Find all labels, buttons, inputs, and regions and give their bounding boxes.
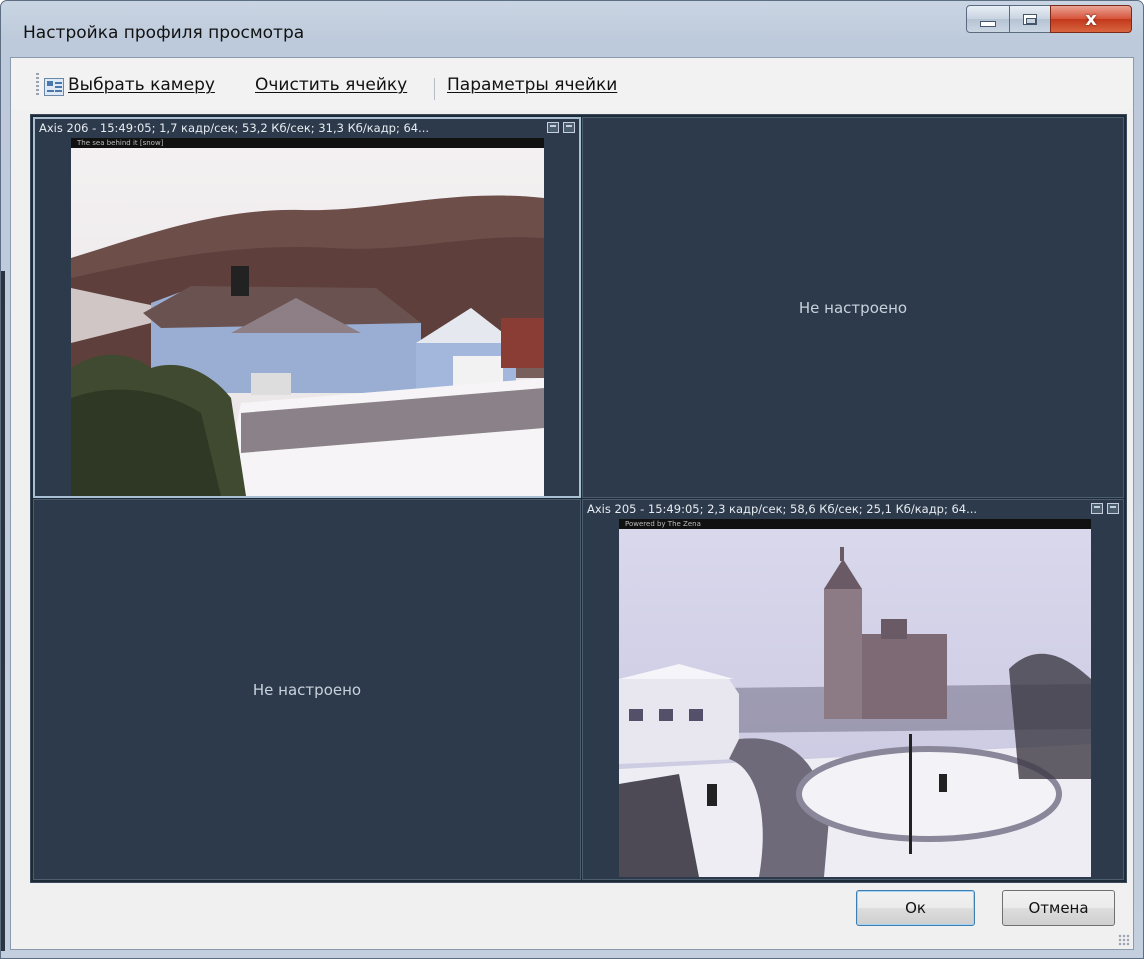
grid-cell-4[interactable]: Axis 205 - 15:49:05; 2,3 кадр/сек; 58,6 …: [582, 499, 1124, 880]
snowy-house-image: [71, 138, 544, 496]
dialog-client-area: Выбрать камеру Очистить ячейку Параметры…: [10, 57, 1134, 950]
window-title: Настройка профиля просмотра: [23, 23, 305, 43]
cell-window-icon[interactable]: [1091, 503, 1103, 514]
close-button[interactable]: x: [1050, 5, 1132, 33]
grid-cell-2[interactable]: Не настроено: [582, 117, 1124, 498]
minimize-button[interactable]: [966, 5, 1010, 33]
view-grid: Axis 206 - 15:49:05; 1,7 кадр/сек; 53,2 …: [30, 114, 1127, 883]
minimize-icon: [980, 21, 996, 27]
camera-caption: Axis 206 - 15:49:05; 1,7 кадр/сек; 53,2 …: [35, 119, 579, 137]
close-icon: x: [1085, 8, 1097, 30]
background-edge: [1, 271, 5, 951]
camera-feed-image: Powered by The Zena: [619, 519, 1091, 877]
grid-cell-1[interactable]: Axis 206 - 15:49:05; 1,7 кадр/сек; 53,2 …: [33, 117, 581, 498]
camera-caption: Axis 205 - 15:49:05; 2,3 кадр/сек; 58,6 …: [583, 500, 1123, 518]
feed-overlay-text: Powered by The Zena: [619, 519, 1091, 529]
select-camera-button[interactable]: Выбрать камеру: [68, 75, 215, 95]
cell-status-text: Не настроено: [252, 680, 362, 699]
cell-window-icon[interactable]: [563, 122, 575, 133]
cell-window-icon[interactable]: [547, 122, 559, 133]
cell-status-text: Не настроено: [798, 298, 908, 317]
resize-grip-icon[interactable]: [1118, 934, 1130, 946]
select-camera-icon[interactable]: [44, 78, 64, 96]
camera-feed-image: The sea behind it [snow]: [71, 138, 544, 496]
toolbar: Выбрать камеру Очистить ячейку Параметры…: [11, 58, 1133, 110]
maximize-icon: [1023, 13, 1037, 25]
cell-params-button[interactable]: Параметры ячейки: [447, 75, 617, 95]
clear-cell-button[interactable]: Очистить ячейку: [255, 75, 407, 95]
toolbar-grip-icon[interactable]: [36, 73, 39, 97]
cancel-button[interactable]: Отмена: [1002, 890, 1115, 926]
snowy-square-image: [619, 519, 1091, 877]
title-bar[interactable]: Настройка профиля просмотра x: [1, 1, 1143, 51]
toolbar-separator: [434, 78, 435, 100]
ok-button[interactable]: Ок: [856, 890, 975, 926]
cell-window-icon[interactable]: [1107, 503, 1119, 514]
maximize-button[interactable]: [1009, 5, 1051, 33]
feed-overlay-text: The sea behind it [snow]: [71, 138, 544, 148]
dialog-window: Настройка профиля просмотра x Выбрать ка…: [0, 0, 1144, 959]
grid-cell-3[interactable]: Не настроено: [33, 499, 581, 880]
